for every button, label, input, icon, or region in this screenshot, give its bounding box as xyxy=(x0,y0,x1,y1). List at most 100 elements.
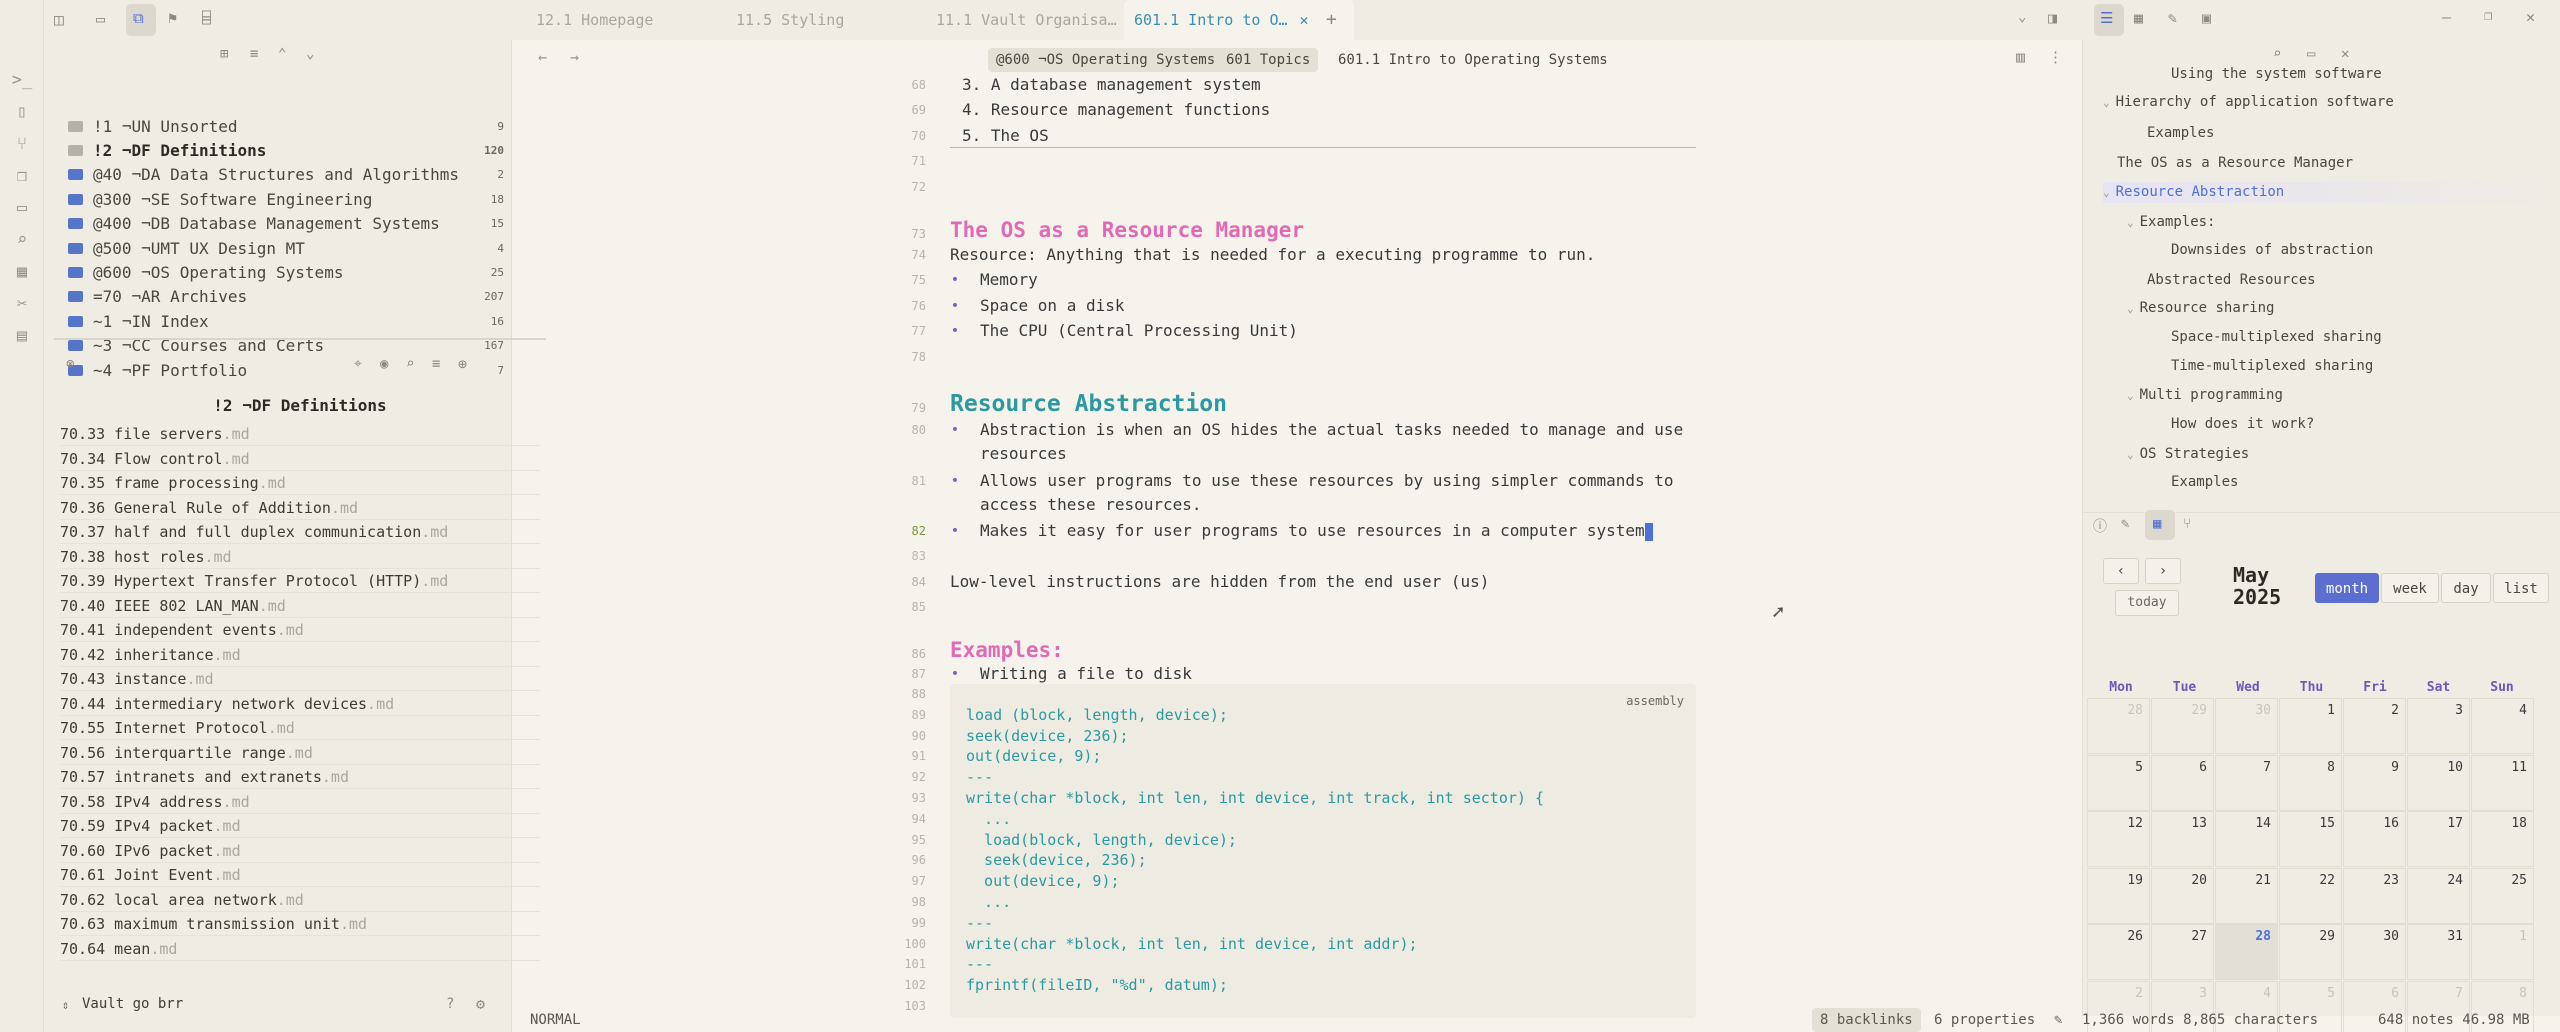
clear-icon[interactable]: ⊗ xyxy=(66,356,74,372)
calendar-day[interactable]: 21 xyxy=(2215,867,2278,924)
view-month-button[interactable]: month xyxy=(2315,573,2379,603)
outline-item[interactable]: How does it work? xyxy=(2151,414,2314,434)
chevron-down-icon[interactable]: ⌄ xyxy=(2103,96,2110,109)
back-icon[interactable]: ← xyxy=(538,48,547,66)
calendar-day[interactable]: 25 xyxy=(2471,867,2534,924)
calendar-day[interactable]: 30 xyxy=(2343,924,2406,980)
properties-count[interactable]: 6 properties xyxy=(1934,1008,2035,1032)
pen-icon[interactable]: ✎ xyxy=(2121,516,2129,532)
note-item[interactable]: 70.58 IPv4 address.md xyxy=(60,790,540,814)
list-item[interactable]: Writing a file to disk xyxy=(980,662,1192,686)
calendar-day[interactable]: 28 xyxy=(2087,698,2150,754)
calendar-day[interactable]: 11 xyxy=(2471,754,2534,811)
list-item[interactable]: Abstraction is when an OS hides the actu… xyxy=(980,418,1683,442)
note-item[interactable]: 70.57 intranets and extranets.md xyxy=(60,765,540,789)
tab-vault-organisation[interactable]: 11.1 Vault Organisa… xyxy=(936,0,1117,40)
calendar-day[interactable]: 30 xyxy=(2215,698,2278,754)
reading-mode-icon[interactable]: ▥ xyxy=(2016,48,2025,66)
tab-homepage[interactable]: 12.1 Homepage xyxy=(536,0,653,40)
paragraph[interactable]: Resource: Anything that is needed for a … xyxy=(950,243,1595,267)
chevron-down-icon[interactable]: ⌄ xyxy=(2018,9,2026,25)
target-icon[interactable]: ⌖ xyxy=(354,356,362,372)
paragraph[interactable]: 3. A database management system xyxy=(962,73,1261,97)
right-sidebar-toggle-icon[interactable]: ◨ xyxy=(2048,9,2057,27)
vault-name[interactable]: Vault go brr xyxy=(82,996,183,1012)
folder-item[interactable]: !1 ¬UN Unsorted 9 xyxy=(68,114,508,138)
calendar-day[interactable]: 4 xyxy=(2471,698,2534,754)
calendar-day[interactable]: 28 xyxy=(2215,924,2278,980)
minimize-icon[interactable]: — xyxy=(2442,8,2451,26)
note-item[interactable]: 70.38 host roles.md xyxy=(60,545,540,569)
more-options-icon[interactable]: ⋮ xyxy=(2048,48,2063,66)
folder-item[interactable]: @500 ¬UMT UX Design MT 4 xyxy=(68,236,508,260)
today-button[interactable]: today xyxy=(2115,590,2179,616)
list-item[interactable]: Allows user programs to use these resour… xyxy=(980,469,1674,493)
outline-item[interactable]: ⌄ Resource sharing xyxy=(2127,298,2274,319)
calendar-icon[interactable]: ▦ xyxy=(2153,516,2161,532)
note-item[interactable]: 70.34 Flow control.md xyxy=(60,447,540,471)
close-icon[interactable]: ✕ xyxy=(1300,11,1309,29)
folder-item[interactable]: @40 ¬DA Data Structures and Algorithms 2 xyxy=(68,163,508,187)
calendar-day[interactable]: 13 xyxy=(2151,811,2214,867)
new-folder-icon[interactable]: ⊞ xyxy=(220,46,228,62)
pen-icon[interactable]: ✎ xyxy=(2168,9,2177,27)
window-icon[interactable]: ▭ xyxy=(2307,46,2315,62)
folder-item[interactable]: ~1 ¬IN Index 16 xyxy=(68,309,508,333)
collapse-all-icon[interactable]: ✕ xyxy=(2341,46,2349,62)
calendar-day[interactable]: 20 xyxy=(2151,867,2214,924)
filter-icon[interactable]: ≡ xyxy=(432,356,440,372)
calendar-icon[interactable]: ▦ xyxy=(0,256,44,288)
calendar-icon[interactable]: ▦ xyxy=(2134,9,2143,27)
note-item[interactable]: 70.41 independent events.md xyxy=(60,618,540,642)
expand-icon[interactable]: ⌃ xyxy=(278,46,286,62)
file-icon[interactable]: ▯ xyxy=(0,96,44,128)
kanban-icon[interactable]: ▤ xyxy=(0,320,44,352)
graph-icon[interactable]: ⑂ xyxy=(2183,516,2191,532)
vault-switch-icon[interactable]: ⇕ xyxy=(62,998,69,1012)
archive-icon[interactable]: ⌸ xyxy=(202,9,211,27)
note-item[interactable]: 70.42 inheritance.md xyxy=(60,643,540,667)
forward-icon[interactable]: → xyxy=(570,48,579,66)
folder-item[interactable]: @300 ¬SE Software Engineering 18 xyxy=(68,187,508,211)
note-item[interactable]: 70.43 instance.md xyxy=(60,667,540,691)
window-close-icon[interactable]: ✕ xyxy=(2526,8,2535,26)
chevron-down-icon[interactable]: ⌄ xyxy=(2103,186,2110,199)
info-icon[interactable]: ⓘ xyxy=(2093,516,2107,536)
calendar-day[interactable]: 22 xyxy=(2279,867,2342,924)
folder-item[interactable]: ~4 ¬PF Portfolio 7 xyxy=(68,358,508,382)
folder-icon[interactable]: ▭ xyxy=(0,192,44,224)
chevron-down-icon[interactable]: ⌄ xyxy=(2127,448,2134,461)
calendar-day[interactable]: 8 xyxy=(2279,754,2342,811)
view-week-button[interactable]: week xyxy=(2381,573,2439,603)
view-day-button[interactable]: day xyxy=(2441,573,2491,603)
edit-icon[interactable]: ✎ xyxy=(2054,1008,2062,1032)
heading[interactable]: Resource Abstraction xyxy=(950,392,1227,416)
outline-item[interactable]: ⌄ Resource Abstraction xyxy=(2103,182,2560,203)
outline-item[interactable]: Using the system software xyxy=(2151,64,2382,84)
outline-item[interactable]: Examples xyxy=(2151,472,2238,492)
search-icon[interactable]: ⌕ xyxy=(0,224,44,256)
calendar-day[interactable]: 6 xyxy=(2151,754,2214,811)
search-icon[interactable]: ⌕ xyxy=(2273,46,2281,62)
calendar-day[interactable]: 27 xyxy=(2151,924,2214,980)
folder-item[interactable]: @600 ¬OS Operating Systems 25 xyxy=(68,260,508,284)
help-icon[interactable]: ? xyxy=(446,996,454,1012)
toggle-sidebar-icon[interactable]: ◫ xyxy=(54,10,64,29)
view-list-button[interactable]: list xyxy=(2493,573,2549,603)
list-item[interactable]: Space on a disk xyxy=(980,294,1125,318)
note-item[interactable]: 70.55 Internet Protocol.md xyxy=(60,716,540,740)
outline-item[interactable]: The OS as a Resource Manager xyxy=(2117,153,2353,173)
paragraph[interactable]: 5. The OS xyxy=(962,124,1049,148)
note-item[interactable]: 70.59 IPv4 packet.md xyxy=(60,814,540,838)
note-item[interactable]: 70.64 mean.md xyxy=(60,937,540,961)
note-item[interactable]: 70.44 intermediary network devices.md xyxy=(60,692,540,716)
calendar-day[interactable]: 19 xyxy=(2087,867,2150,924)
chevron-down-icon[interactable]: ⌄ xyxy=(2127,302,2134,315)
calendar-day[interactable]: 1 xyxy=(2471,924,2534,980)
outline-icon[interactable]: ☰ xyxy=(2100,9,2113,27)
files-icon[interactable]: ⧉ xyxy=(133,9,144,27)
note-item[interactable]: 70.56 interquartile range.md xyxy=(60,741,540,765)
note-item[interactable]: 70.35 frame processing.md xyxy=(60,471,540,495)
pane-divider[interactable] xyxy=(54,338,546,340)
calendar-day[interactable]: 1 xyxy=(2279,698,2342,754)
